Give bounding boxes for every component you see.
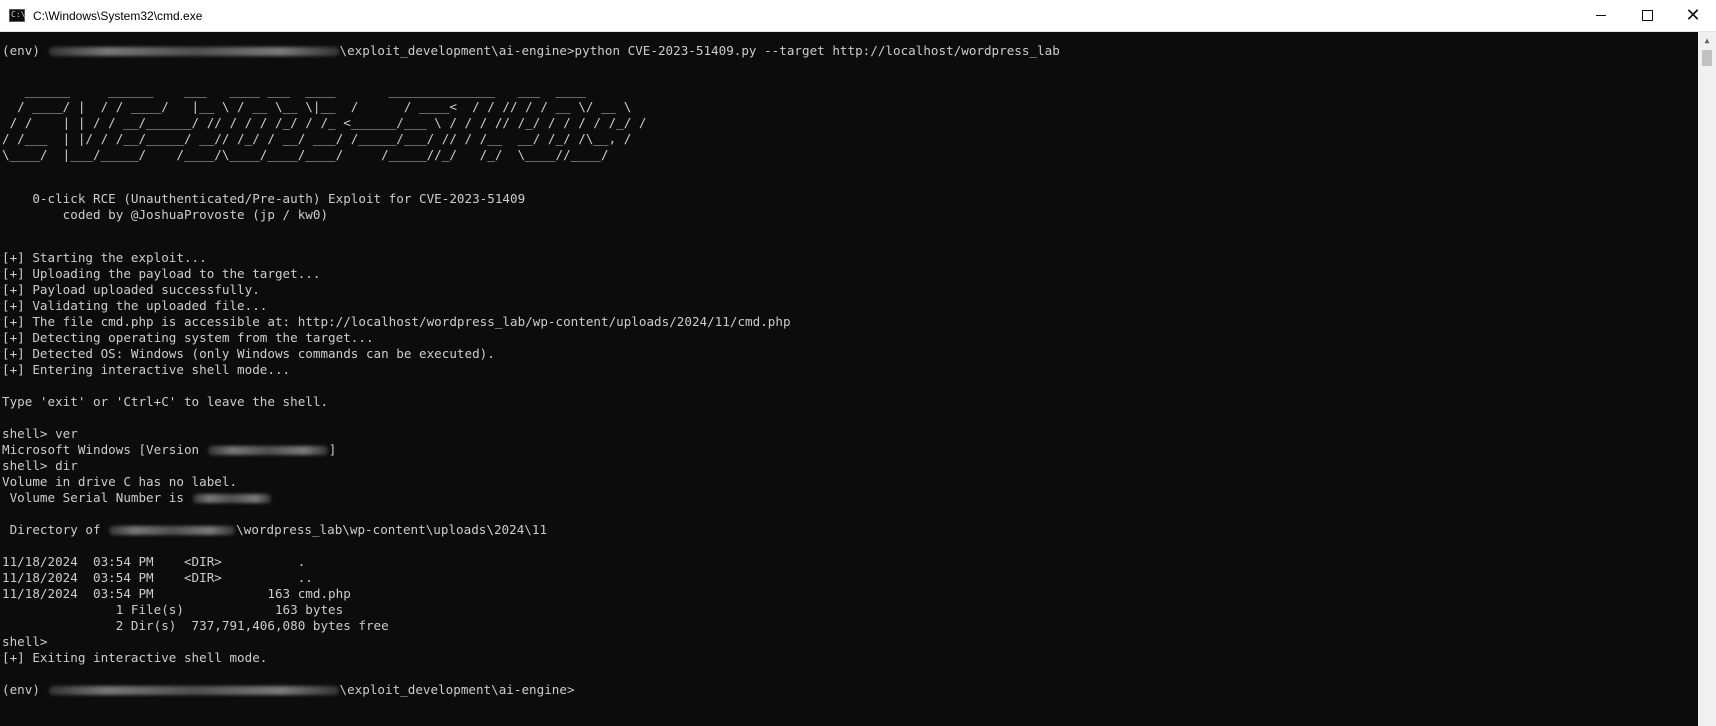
maximize-button[interactable] — [1624, 0, 1670, 31]
redacted-path — [48, 47, 339, 56]
windows-version-line: Microsoft Windows [Version ] — [2, 442, 336, 458]
redacted-serial — [192, 494, 271, 503]
banner-author: coded by @JoshuaProvoste (jp / kw0) — [2, 207, 329, 222]
shell-command: shell> dir — [2, 458, 78, 473]
volume-serial-line: Volume Serial Number is — [2, 490, 272, 506]
banner-line: / / | | / / __/______/ // / / / /_/ / /_… — [2, 115, 647, 130]
directory-path: \wordpress_lab\wp-content\uploads\2024\1… — [236, 522, 548, 537]
volume-serial-label: Volume Serial Number is — [2, 490, 192, 505]
dir-row: 11/18/2024 03:54 PM <DIR> .. — [2, 570, 313, 585]
log-line: [+] The file cmd.php is accessible at: h… — [2, 314, 791, 329]
console-output[interactable]: (env) \exploit_development\ai-engine>pyt… — [0, 32, 1698, 726]
banner-line: / /___ | |/ / /__/_____/ __// /_/ / __/ … — [2, 131, 632, 146]
prompt-path: \exploit_development\ai-engine> — [339, 43, 575, 58]
redacted-version — [207, 446, 328, 455]
log-line: [+] Uploading the payload to the target.… — [2, 266, 321, 281]
chevron-up-icon: ▲ — [1704, 36, 1710, 45]
directory-of-line: Directory of \wordpress_lab\wp-content\u… — [2, 522, 547, 538]
maximize-icon — [1641, 10, 1653, 21]
command-line: (env) \exploit_development\ai-engine>pyt… — [2, 43, 1060, 59]
dir-summary: 1 File(s) 163 bytes — [2, 602, 344, 617]
log-line: [+] Entering interactive shell mode... — [2, 362, 291, 377]
volume-label: Volume in drive C has no label. — [2, 474, 238, 489]
shell-command: shell> ver — [2, 426, 78, 441]
title-bar[interactable]: C:\ C:\Windows\System32\cmd.exe ✕ — [0, 0, 1716, 32]
cmd-window: C:\ C:\Windows\System32\cmd.exe ✕ (env) … — [0, 0, 1716, 726]
redacted-directory — [109, 526, 236, 535]
window-title: C:\Windows\System32\cmd.exe — [33, 8, 203, 23]
close-icon: ✕ — [1685, 5, 1701, 26]
dir-summary: 2 Dir(s) 737,791,406,080 bytes free — [2, 618, 389, 633]
version-suffix: ] — [328, 442, 337, 457]
shell-prompt: shell> — [2, 634, 48, 649]
directory-prefix: Directory of — [2, 522, 109, 537]
log-line: [+] Starting the exploit... — [2, 250, 207, 265]
banner-line: \____/ |___/_____/ /____/\____/____/____… — [2, 147, 609, 162]
shell-hint: Type 'exit' or 'Ctrl+C' to leave the she… — [2, 394, 329, 409]
final-prompt-path: \exploit_development\ai-engine> — [339, 682, 575, 697]
console-icon: C:\ — [9, 9, 25, 22]
dir-row: 11/18/2024 03:54 PM <DIR> . — [2, 554, 306, 569]
banner-subtitle: 0-click RCE (Unauthenticated/Pre-auth) E… — [2, 191, 526, 206]
dir-row: 11/18/2024 03:54 PM 163 cmd.php — [2, 586, 351, 601]
banner-line: / ____/ | / / ____/ |__ \ / __ \__ \|__ … — [2, 99, 632, 114]
scroll-up-button[interactable]: ▲ — [1698, 32, 1716, 49]
minimize-icon — [1596, 15, 1606, 16]
command-text: python CVE-2023-51409.py --target http:/… — [574, 43, 1060, 58]
log-line: [+] Detecting operating system from the … — [2, 330, 374, 345]
version-prefix: Microsoft Windows [Version — [2, 442, 207, 457]
minimize-button[interactable] — [1578, 0, 1624, 31]
close-button[interactable]: ✕ — [1670, 0, 1716, 31]
scroll-thumb[interactable] — [1702, 50, 1712, 66]
banner-line: ______ ______ ___ ____ ___ ____ ________… — [2, 83, 586, 98]
final-prompt[interactable]: (env) \exploit_development\ai-engine> — [2, 682, 575, 698]
final-prompt-prefix: (env) — [2, 682, 48, 697]
console-icon-glyph: C:\ — [11, 10, 26, 19]
prompt-prefix: (env) — [2, 43, 48, 58]
log-line: [+] Validating the uploaded file... — [2, 298, 268, 313]
log-line: [+] Detected OS: Windows (only Windows c… — [2, 346, 495, 361]
redacted-path — [48, 686, 339, 695]
window-controls: ✕ — [1578, 0, 1716, 31]
exit-message: [+] Exiting interactive shell mode. — [2, 650, 268, 665]
vertical-scrollbar[interactable]: ▲ — [1698, 32, 1716, 726]
log-line: [+] Payload uploaded successfully. — [2, 282, 260, 297]
